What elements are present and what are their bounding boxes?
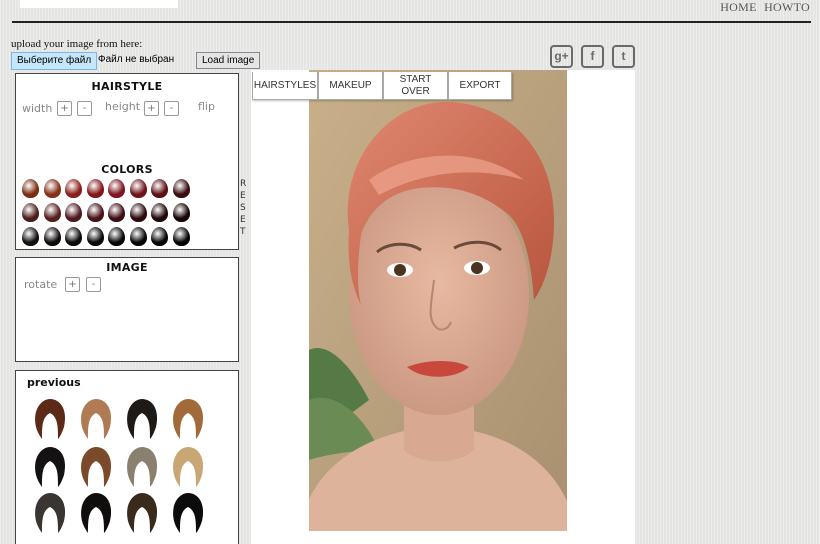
google-plus-icon[interactable]: g+ [550, 45, 573, 68]
portrait-photo [309, 70, 567, 531]
color-swatch[interactable] [129, 179, 147, 198]
hairstyle-thumbnail[interactable] [122, 397, 162, 441]
color-swatch[interactable] [43, 179, 61, 198]
width-increase-button[interactable]: + [57, 101, 72, 116]
color-swatch[interactable] [151, 227, 168, 246]
hairstyle-thumbnail[interactable] [168, 491, 208, 535]
rotate-increase-button[interactable]: + [65, 277, 80, 292]
twitter-icon[interactable]: t [612, 45, 635, 68]
color-swatch[interactable] [172, 227, 190, 246]
color-swatch[interactable] [22, 227, 39, 246]
hairstyle-thumbnail[interactable] [30, 445, 70, 489]
tab-hairstyles[interactable]: HAIRSTYLES [252, 72, 318, 100]
hairstyle-panel: HAIRSTYLE width + - height + - flip COLO… [15, 73, 246, 250]
color-swatch[interactable] [129, 203, 147, 222]
hairstyle-title: HAIRSTYLE [91, 80, 163, 93]
choose-file-button[interactable]: Выберите файл [11, 52, 98, 70]
load-image-button[interactable]: Load image [196, 52, 261, 69]
file-status: Файл не выбран [98, 54, 175, 65]
tab-makeup[interactable]: MAKEUP [318, 72, 383, 100]
hairstyle-thumbnail[interactable] [30, 491, 70, 535]
tab-export[interactable]: EXPORT [448, 72, 512, 100]
nav-home[interactable]: HOME [720, 0, 757, 14]
header-divider [12, 21, 811, 23]
color-swatch[interactable] [22, 179, 39, 198]
rotate-label: rotate [24, 278, 58, 291]
upload-label: upload your image from here: [11, 38, 143, 50]
color-swatch[interactable] [86, 203, 104, 222]
hairstyle-thumbnail[interactable] [168, 445, 208, 489]
nav-howto[interactable]: HOWTO [764, 0, 810, 14]
width-decrease-button[interactable]: - [77, 101, 92, 116]
image-panel: IMAGE rotate + - [15, 257, 239, 362]
hairstyle-thumbnail[interactable] [122, 491, 162, 535]
color-swatch[interactable] [108, 203, 125, 222]
hairstyle-thumbnail[interactable] [168, 397, 208, 441]
color-swatch[interactable] [129, 227, 147, 246]
height-label: height [105, 100, 141, 113]
color-swatch[interactable] [43, 203, 61, 222]
color-swatch[interactable] [151, 203, 168, 222]
tab-start-over[interactable]: START OVER [383, 72, 448, 100]
hairstyle-thumbnail[interactable] [76, 445, 116, 489]
hairstyle-thumbnail[interactable] [122, 445, 162, 489]
previous-title: previous [27, 376, 81, 389]
previous-panel: previous [15, 370, 239, 544]
color-swatch[interactable] [151, 179, 168, 198]
color-swatch[interactable] [108, 227, 125, 246]
color-swatch[interactable] [86, 179, 104, 198]
width-label: width [22, 102, 53, 115]
color-swatch[interactable] [172, 179, 190, 198]
color-swatch[interactable] [172, 203, 190, 222]
color-swatch[interactable] [65, 203, 82, 222]
hairstyle-thumbnail[interactable] [76, 491, 116, 535]
color-swatch[interactable] [108, 179, 125, 198]
colors-title: COLORS [101, 163, 153, 176]
color-swatch[interactable] [65, 179, 82, 198]
color-swatch[interactable] [43, 227, 61, 246]
color-swatch[interactable] [86, 227, 104, 246]
color-swatch[interactable] [65, 227, 82, 246]
image-title: IMAGE [106, 261, 148, 274]
facebook-icon[interactable]: f [581, 45, 604, 68]
flip-button[interactable]: flip [198, 100, 215, 113]
height-decrease-button[interactable]: - [164, 101, 179, 116]
height-increase-button[interactable]: + [144, 101, 159, 116]
hairstyle-thumbnail[interactable] [30, 397, 70, 441]
hairstyle-thumbnail[interactable] [76, 397, 116, 441]
color-swatch[interactable] [22, 203, 39, 222]
site-logo[interactable] [20, 0, 178, 8]
top-nav: HOME HOWTO [716, 0, 810, 15]
rotate-decrease-button[interactable]: - [86, 277, 101, 292]
